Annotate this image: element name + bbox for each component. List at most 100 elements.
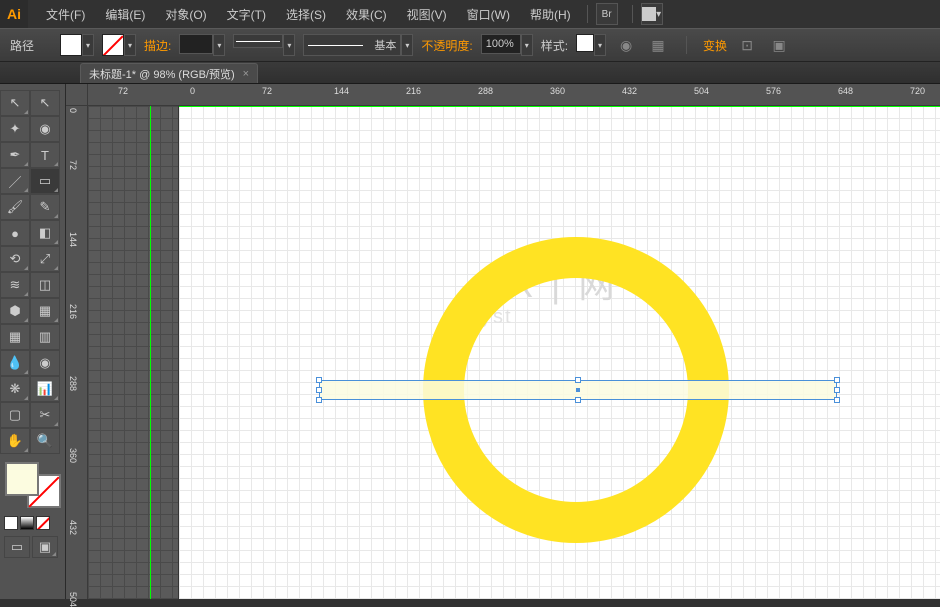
arrange-docs-button[interactable]: ▾ bbox=[641, 3, 663, 25]
document-tab-title: 未标题-1* @ 98% (RGB/预览) bbox=[89, 66, 235, 82]
selection-handle-e[interactable] bbox=[834, 387, 840, 393]
opacity-dropdown[interactable]: ▾ bbox=[521, 34, 533, 56]
tool-blob-brush[interactable]: ● bbox=[0, 220, 30, 246]
menu-edit[interactable]: 编辑(E) bbox=[97, 3, 153, 26]
stroke-weight-input[interactable] bbox=[179, 34, 213, 54]
tool-artboard[interactable]: ▢ bbox=[0, 402, 30, 428]
title-bar: Ai 文件(F) 编辑(E) 对象(O) 文字(T) 选择(S) 效果(C) 视… bbox=[0, 0, 940, 28]
fill-stroke-control[interactable] bbox=[3, 460, 63, 510]
brush-preset[interactable]: 基本 bbox=[303, 34, 401, 56]
tool-direct-selection[interactable]: ↖ bbox=[30, 90, 60, 116]
canvas-container: 72 0 72 144 216 288 360 432 504 576 648 … bbox=[66, 84, 940, 599]
stroke-weight-dropdown[interactable]: ▾ bbox=[213, 34, 225, 56]
tool-zoom[interactable]: 🔍 bbox=[30, 428, 60, 454]
document-tabstrip: 未标题-1* @ 98% (RGB/预览) × bbox=[0, 62, 940, 84]
selection-handle-n[interactable] bbox=[575, 377, 581, 383]
tool-perspective[interactable]: ▦ bbox=[30, 298, 60, 324]
menu-file[interactable]: 文件(F) bbox=[38, 3, 93, 26]
screen-mode-normal[interactable]: ▭ bbox=[4, 536, 30, 558]
selection-handle-nw[interactable] bbox=[316, 377, 322, 383]
app-logo-icon: Ai bbox=[0, 0, 28, 28]
separator bbox=[632, 5, 633, 23]
selection-handle-se[interactable] bbox=[834, 397, 840, 403]
stroke-profile-dropdown[interactable]: ▾ bbox=[283, 34, 295, 56]
menu-help[interactable]: 帮助(H) bbox=[522, 3, 579, 26]
tool-free-transform[interactable]: ◫ bbox=[30, 272, 60, 298]
workspace: ↖↖ ✦◉ ✒T ／▭ 🖌✎ ●◧ ⟲⤢ ≋◫ ⬢▦ ▦▥ 💧◉ ❋📊 ▢✂ ✋… bbox=[0, 84, 940, 599]
screen-mode-change[interactable]: ▣ bbox=[32, 536, 58, 558]
tool-rectangle[interactable]: ▭ bbox=[30, 168, 60, 194]
tool-type[interactable]: T bbox=[30, 142, 60, 168]
menu-bar: 文件(F) 编辑(E) 对象(O) 文字(T) 选择(S) 效果(C) 视图(V… bbox=[38, 3, 579, 26]
selected-rectangle[interactable] bbox=[319, 380, 837, 400]
tool-line[interactable]: ／ bbox=[0, 168, 30, 194]
fill-swatch-large[interactable] bbox=[5, 462, 39, 496]
isolate-icon[interactable]: ⊡ bbox=[735, 33, 759, 57]
ruler-origin[interactable] bbox=[66, 84, 88, 106]
tool-symbol-sprayer[interactable]: ❋ bbox=[0, 376, 30, 402]
menu-object[interactable]: 对象(O) bbox=[157, 3, 214, 26]
stroke-swatch[interactable] bbox=[102, 34, 124, 56]
graphic-style-swatch[interactable] bbox=[576, 34, 594, 52]
selection-handle-ne[interactable] bbox=[834, 377, 840, 383]
tool-gradient[interactable]: ▥ bbox=[30, 324, 60, 350]
fill-dropdown[interactable]: ▾ bbox=[82, 34, 94, 56]
tool-scale[interactable]: ⤢ bbox=[30, 246, 60, 272]
graphic-style-dropdown[interactable]: ▾ bbox=[594, 34, 606, 56]
tool-rotate[interactable]: ⟲ bbox=[0, 246, 30, 272]
opacity-label[interactable]: 不透明度: bbox=[421, 37, 472, 54]
color-mode-gradient[interactable] bbox=[20, 516, 34, 530]
stroke-profile[interactable] bbox=[233, 34, 283, 48]
menu-type[interactable]: 文字(T) bbox=[219, 3, 274, 26]
menu-effect[interactable]: 效果(C) bbox=[338, 3, 395, 26]
bridge-button[interactable]: Br bbox=[596, 3, 618, 25]
tool-blend[interactable]: ◉ bbox=[30, 350, 60, 376]
control-bar: 路径 ▾ ▾ 描边: ▾ ▾ 基本 ▾ 不透明度: 100% ▾ 样式: ▾ ◉… bbox=[0, 28, 940, 62]
artboard: X | 网 syst bbox=[178, 106, 940, 599]
selection-handle-sw[interactable] bbox=[316, 397, 322, 403]
tool-selection[interactable]: ↖ bbox=[0, 90, 30, 116]
separator bbox=[587, 5, 588, 23]
menu-select[interactable]: 选择(S) bbox=[278, 3, 334, 26]
tool-paintbrush[interactable]: 🖌 bbox=[0, 194, 30, 220]
recolor-icon[interactable]: ◉ bbox=[614, 33, 638, 57]
selection-handle-w[interactable] bbox=[316, 387, 322, 393]
tool-eyedropper[interactable]: 💧 bbox=[0, 350, 30, 376]
toolbox: ↖↖ ✦◉ ✒T ／▭ 🖌✎ ●◧ ⟲⤢ ≋◫ ⬢▦ ▦▥ 💧◉ ❋📊 ▢✂ ✋… bbox=[0, 84, 66, 599]
document-tab[interactable]: 未标题-1* @ 98% (RGB/预览) × bbox=[80, 63, 258, 83]
menu-view[interactable]: 视图(V) bbox=[399, 3, 455, 26]
ruler-horizontal[interactable]: 72 0 72 144 216 288 360 432 504 576 648 … bbox=[88, 84, 940, 106]
separator bbox=[686, 36, 687, 54]
menu-window[interactable]: 窗口(W) bbox=[459, 3, 518, 26]
brush-preset-dropdown[interactable]: ▾ bbox=[401, 34, 413, 56]
tool-graph[interactable]: 📊 bbox=[30, 376, 60, 402]
tool-slice[interactable]: ✂ bbox=[30, 402, 60, 428]
ruler-vertical[interactable]: 0 72 144 216 288 360 432 504 bbox=[66, 106, 88, 599]
color-mode-solid[interactable] bbox=[4, 516, 18, 530]
opacity-input[interactable]: 100% bbox=[481, 34, 521, 54]
selection-handle-s[interactable] bbox=[575, 397, 581, 403]
stroke-label[interactable]: 描边: bbox=[144, 37, 171, 54]
align-icon[interactable]: ▦ bbox=[646, 33, 670, 57]
guide-horizontal[interactable] bbox=[179, 106, 940, 107]
transform-label[interactable]: 变换 bbox=[703, 37, 727, 54]
fill-swatch[interactable] bbox=[60, 34, 82, 56]
tool-width[interactable]: ≋ bbox=[0, 272, 30, 298]
edit-icon[interactable]: ▣ bbox=[767, 33, 791, 57]
selection-center bbox=[576, 388, 580, 392]
tool-pen[interactable]: ✒ bbox=[0, 142, 30, 168]
guide-vertical[interactable] bbox=[150, 106, 151, 599]
tool-pencil[interactable]: ✎ bbox=[30, 194, 60, 220]
close-tab-icon[interactable]: × bbox=[243, 68, 249, 80]
tool-shape-builder[interactable]: ⬢ bbox=[0, 298, 30, 324]
tool-eraser[interactable]: ◧ bbox=[30, 220, 60, 246]
tool-lasso[interactable]: ◉ bbox=[30, 116, 60, 142]
canvas[interactable]: X | 网 syst bbox=[88, 106, 940, 599]
tool-magic-wand[interactable]: ✦ bbox=[0, 116, 30, 142]
selection-type-label: 路径 bbox=[10, 37, 34, 54]
tool-mesh[interactable]: ▦ bbox=[0, 324, 30, 350]
style-label: 样式: bbox=[541, 37, 568, 54]
stroke-dropdown[interactable]: ▾ bbox=[124, 34, 136, 56]
color-mode-none[interactable] bbox=[36, 516, 50, 530]
tool-hand[interactable]: ✋ bbox=[0, 428, 30, 454]
